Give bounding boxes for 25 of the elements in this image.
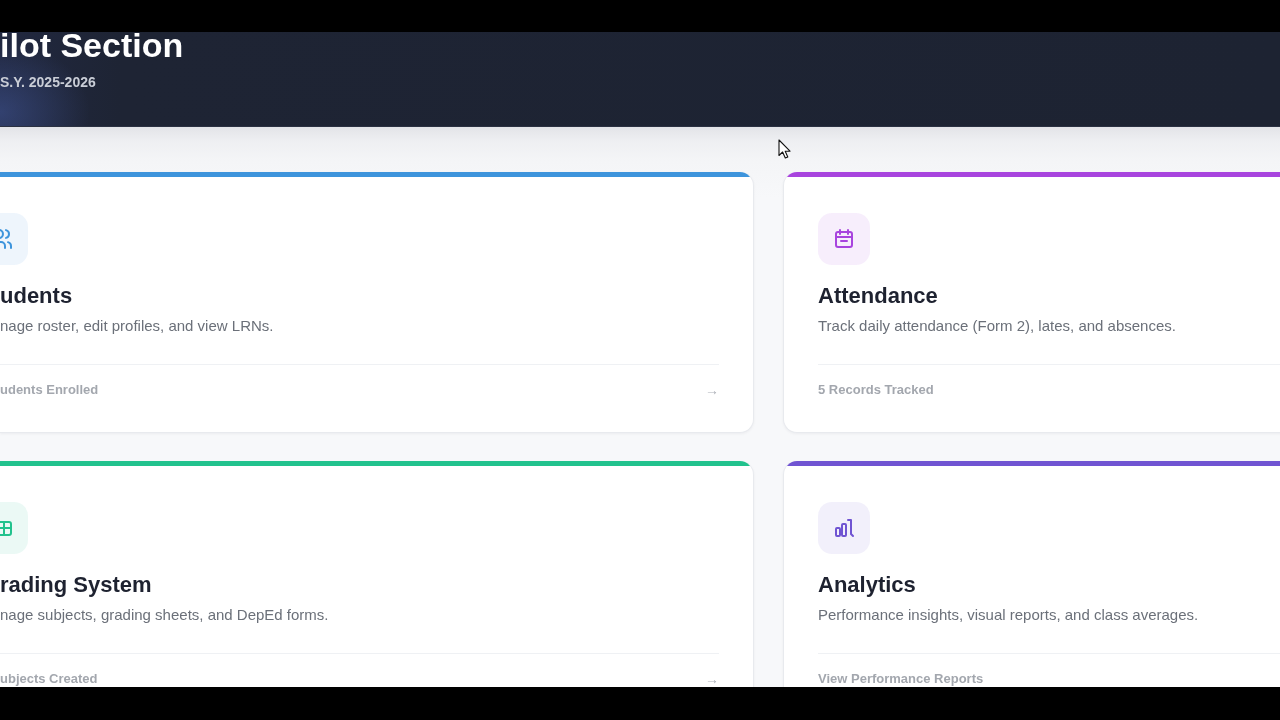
card-description: nage roster, edit profiles, and view LRNs. (0, 316, 274, 336)
card-title: Analytics (818, 573, 916, 597)
school-year-subtitle: S.Y. 2025-2026 (0, 74, 96, 90)
module-card[interactable]: udents nage roster, edit profiles, and view LRNs. udents Enrolled → (0, 172, 754, 433)
arrow-icon: → (705, 382, 719, 398)
card-description: Track daily attendance (Form 2), lates, and absences. (818, 316, 1176, 336)
card-title: rading System (0, 573, 152, 597)
module-card[interactable]: Analytics Performance insights, visual reports, and class averages. View Performance Reports (783, 461, 1280, 687)
card-footer-text: 5 Records Tracked (818, 382, 934, 398)
users-icon (0, 213, 28, 265)
card-footer-text: View Performance Reports (818, 671, 984, 687)
card-title: Attendance (818, 284, 938, 308)
card-footer-text: ubjects Created (0, 671, 98, 687)
arrow-icon: → (705, 671, 719, 687)
card-footer-text: udents Enrolled (0, 382, 99, 398)
cursor-icon (778, 139, 791, 159)
table-icon (0, 502, 28, 554)
page-title: ilot Section (0, 32, 184, 58)
card-description: Performance insights, visual reports, and class averages. (818, 605, 1199, 625)
card-description: nage subjects, grading sheets, and DepEd forms. (0, 605, 329, 625)
calendar-icon (818, 213, 870, 265)
card-title: udents (0, 284, 73, 308)
bar-chart-icon (818, 502, 870, 554)
module-card[interactable]: rading System nage subjects, grading sheets, and DepEd forms. ubjects Created → (0, 461, 754, 687)
module-card[interactable]: Attendance Track daily attendance (Form 2), lates, and absences. 5 Records Tracked (783, 172, 1280, 433)
